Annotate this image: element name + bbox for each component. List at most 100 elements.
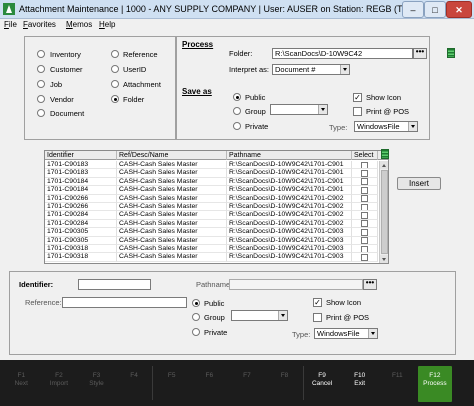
detail-group-select[interactable] [231,310,288,321]
table-row[interactable]: 1701-C90266 CASH-Cash Sales Master R:\Scan… [45,203,378,212]
radio-reference[interactable] [111,50,119,58]
cell-select [352,211,378,220]
row-select-checkbox[interactable] [361,178,368,186]
table-row[interactable]: 1701-C90318 CASH-Cash Sales Master R:\Scan… [45,245,378,254]
grid-header: Identifier Ref/Desc/Name Pathname Select [45,151,388,160]
cell-ref-desc-name: CASH-Cash Sales Master [117,245,227,254]
menu-favorites[interactable]: Favorites [23,20,56,29]
cell-select [352,186,378,195]
fkey-f12[interactable]: F12 Process [417,366,453,402]
radio-userid[interactable] [111,65,119,73]
table-row[interactable]: 1701-C90284 CASH-Cash Sales Master R:\Scan… [45,211,378,220]
cell-ref-desc-name: CASH-Cash Sales Master [117,203,227,212]
menu-memos[interactable]: Memos [66,20,92,29]
table-row[interactable]: 1701-C90184 CASH-Cash Sales Master R:\Scan… [45,177,378,187]
saveas-print-pos-checkbox[interactable] [353,107,362,116]
menu-help[interactable]: Help [99,20,115,29]
interpret-select[interactable]: Document # [272,64,350,75]
fkey-f9[interactable]: F9 Cancel [305,366,340,402]
insert-button[interactable]: Insert [397,177,441,190]
radio-userid-label: UserID [123,65,147,74]
pathname-browse-button[interactable]: ••• [363,279,377,290]
col-select[interactable]: Select [352,151,378,160]
col-pathname[interactable]: Pathname [227,151,352,160]
chevron-down-icon [368,329,377,338]
maximize-button[interactable]: □ [424,1,446,18]
radio-vendor[interactable] [37,95,45,103]
col-ref-desc-name[interactable]: Ref/Desc/Name [117,151,227,160]
fkey-f2: F2 Import [42,366,77,402]
radio-inventory[interactable] [37,50,45,58]
table-row[interactable]: 1701-C90284 CASH-Cash Sales Master R:\Scan… [45,219,378,229]
radio-attachment[interactable] [111,80,119,88]
minimize-button[interactable]: – [402,1,424,18]
cell-select [352,236,378,245]
folder-browse-button[interactable]: ••• [413,48,427,59]
cell-identifier: 1701-C90184 [45,186,117,195]
saveas-radio-private[interactable] [233,122,241,130]
table-row[interactable]: 1701-C90266 CASH-Cash Sales Master R:\Scan… [45,194,378,203]
cell-identifier: 1701-C90184 [45,177,117,187]
row-select-checkbox[interactable] [361,161,368,169]
folder-input[interactable]: R:\ScanDocs\D-10W9C42 [272,48,413,59]
grid-scrollbar[interactable] [379,161,388,263]
saveas-radio-public[interactable] [233,93,241,101]
scroll-up-icon[interactable] [380,161,388,169]
row-select-checkbox[interactable] [361,211,368,219]
detail-radio-private[interactable] [192,328,200,336]
reference-input[interactable] [62,297,187,308]
radio-customer[interactable] [37,65,45,73]
row-select-checkbox[interactable] [361,203,368,211]
saveas-private-label: Private [245,122,269,131]
radio-job-label: Job [50,80,63,89]
table-row[interactable]: 1701-C90318 CASH-Cash Sales Master R:\Scan… [45,253,378,262]
table-row[interactable]: 1701-C90305 CASH-Cash Sales Master R:\Scan… [45,228,378,237]
cell-identifier: 1701-C90305 [45,236,117,245]
saveas-group-select[interactable] [270,104,328,115]
detail-show-icon-checkbox[interactable]: ✓ [313,298,322,307]
saveas-show-icon-checkbox[interactable]: ✓ [353,93,362,102]
scroll-thumb[interactable] [380,170,388,254]
col-identifier[interactable]: Identifier [45,151,117,160]
fkey-number: F9 [318,372,326,379]
cell-ref-desc-name: CASH-Cash Sales Master [117,186,227,195]
saveas-radio-group[interactable] [233,107,241,115]
detail-type-label: Type: [292,330,311,339]
chevron-down-icon [408,122,417,131]
table-row[interactable]: 1701-C90184 CASH-Cash Sales Master R:\Scan… [45,186,378,195]
table-row[interactable]: 1701-C90305 CASH-Cash Sales Master R:\Scan… [45,236,378,245]
saveas-group-label: Group [245,107,266,116]
row-select-checkbox[interactable] [361,186,368,194]
table-row[interactable]: 1701-C90183 CASH-Cash Sales Master R:\Scan… [45,169,378,178]
cell-select [352,161,378,170]
radio-job[interactable] [37,80,45,88]
grid-options-icon[interactable] [447,48,455,58]
identifier-input[interactable] [78,279,151,290]
cell-pathname: R:\ScanDocs\D-10W9C42\1701-C901 [227,161,352,170]
cell-pathname: R:\ScanDocs\D-10W9C42\1701-C902 [227,203,352,212]
row-select-checkbox[interactable] [361,220,368,228]
row-select-checkbox[interactable] [361,237,368,244]
cell-identifier: 1701-C90266 [45,194,117,203]
menu-file[interactable]: File [4,20,17,29]
row-select-checkbox[interactable] [361,169,368,177]
row-select-checkbox[interactable] [361,228,368,236]
radio-folder[interactable] [111,95,119,103]
table-row[interactable]: 1701-C90183 CASH-Cash Sales Master R:\Scan… [45,161,378,170]
detail-print-pos-checkbox[interactable] [313,313,322,322]
grid-columns-icon[interactable] [381,149,389,159]
fkey-f10[interactable]: F10 Exit [342,366,377,402]
close-button[interactable]: ✕ [446,1,472,18]
saveas-type-select[interactable]: WindowsFile [354,121,418,132]
scroll-down-icon[interactable] [380,255,388,263]
row-select-checkbox[interactable] [361,195,368,202]
cell-pathname: R:\ScanDocs\D-10W9C42\1701-C902 [227,211,352,220]
pathname-input[interactable] [229,279,363,290]
detail-radio-public[interactable] [192,299,200,307]
fkey-f11: F11 [380,366,415,402]
detail-radio-group[interactable] [192,313,200,321]
detail-type-select[interactable]: WindowsFile [314,328,378,339]
row-select-checkbox[interactable] [361,245,368,253]
radio-document[interactable] [37,109,45,117]
row-select-checkbox[interactable] [361,253,368,261]
